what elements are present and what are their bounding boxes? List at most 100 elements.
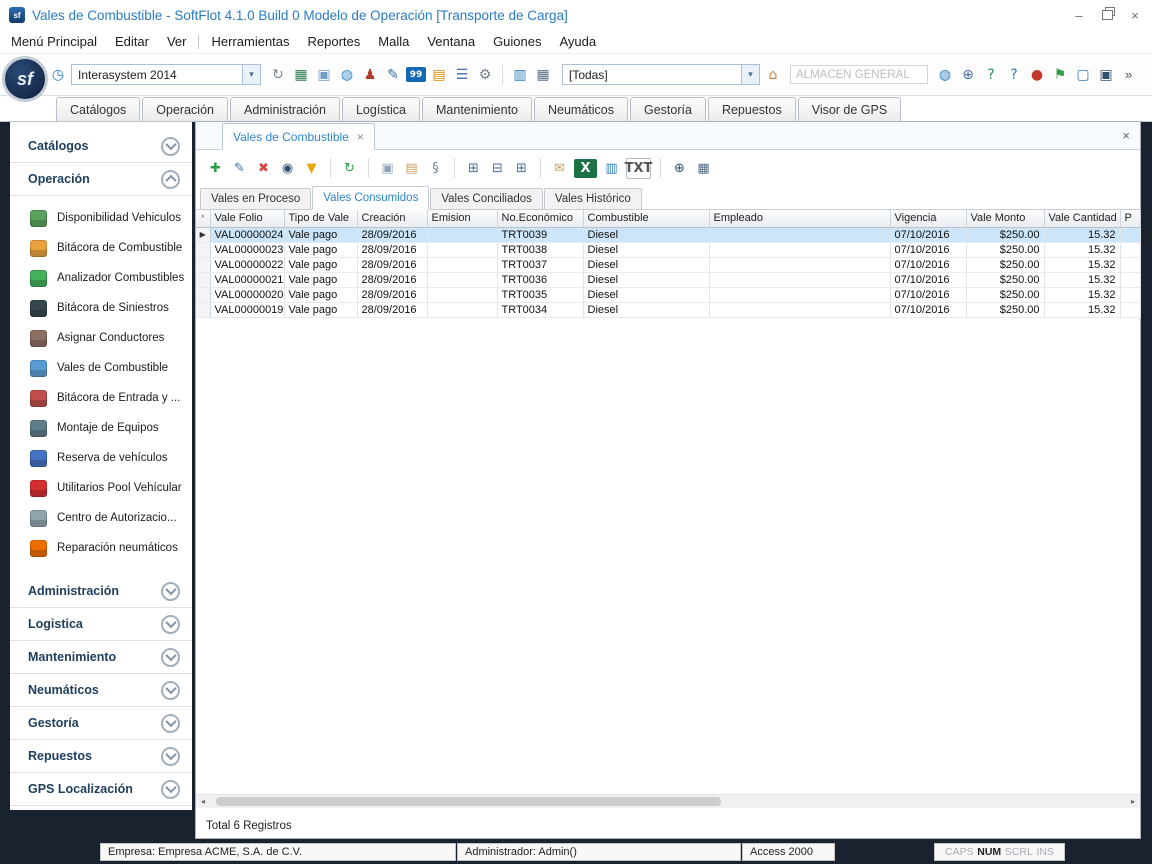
sidebar-item-bitacora-de-entrada-y[interactable]: Bitácora de Entrada y ... (10, 383, 192, 413)
attachment-icon[interactable]: § (426, 159, 445, 178)
table-row[interactable]: VAL00000020Vale pago28/09/2016TRT0035Die… (196, 287, 1140, 302)
buildings-icon[interactable]: ▦ (291, 65, 311, 85)
menu-item-guiones[interactable]: Guiones (484, 34, 550, 49)
menu-item-ayuda[interactable]: Ayuda (550, 34, 605, 49)
scrollbar-thumb[interactable] (216, 797, 721, 806)
checklist-icon[interactable]: ☰ (452, 65, 472, 85)
help-icon[interactable]: ? (1004, 65, 1024, 85)
refresh-grid-icon[interactable]: ↻ (340, 159, 359, 178)
sidebar-item-bitacora-de-combustible[interactable]: Bitácora de Combustible (10, 233, 192, 263)
module-tab-logistica[interactable]: Logística (342, 97, 420, 121)
settings-gear-icon[interactable]: ⚙ (475, 65, 495, 85)
column-header-indicator[interactable]: * (196, 210, 210, 227)
sidebar-item-montaje-de-equipos[interactable]: Montaje de Equipos (10, 413, 192, 443)
sidebar-section-mantenimiento[interactable]: Mantenimiento (10, 641, 192, 674)
notepad-icon[interactable]: ▤ (429, 65, 449, 85)
subtab-vales-historico[interactable]: Vales Histórico (544, 188, 642, 209)
menu-item-menu-principal[interactable]: Menú Principal (2, 34, 106, 49)
users-icon[interactable]: ♟ (360, 65, 380, 85)
company-combo[interactable]: Interasystem 2014 ▾ (71, 64, 261, 85)
sidebar-section-neumaticos[interactable]: Neumáticos (10, 674, 192, 707)
sidebar-section-operacion[interactable]: Operación (10, 163, 192, 196)
txt-export-icon[interactable]: TXT (626, 158, 651, 179)
filter-icon[interactable]: ▼ (302, 159, 321, 178)
menu-item-reportes[interactable]: Reportes (299, 34, 370, 49)
scroll-left-icon[interactable]: ◂ (196, 797, 210, 806)
sidebar-section-logistica[interactable]: Logistica (10, 608, 192, 641)
flag-icon[interactable]: ⚑ (1050, 65, 1070, 85)
workstation-icon[interactable]: ▣ (1096, 65, 1116, 85)
column-header-creacion[interactable]: Creación (357, 210, 427, 227)
image-icon[interactable]: ▣ (378, 159, 397, 178)
column-header-combustible[interactable]: Combustible (583, 210, 709, 227)
chevron-down-icon[interactable] (161, 648, 180, 667)
collapse-tree-icon[interactable]: ⊞ (512, 159, 531, 178)
column-header-emision[interactable]: Emision (427, 210, 497, 227)
module-tab-administracion[interactable]: Administración (230, 97, 340, 121)
sidebar-item-utilitarios-pool-vehicular[interactable]: Utilitarios Pool Vehícular (10, 473, 192, 503)
chevron-down-icon[interactable]: ▾ (242, 65, 260, 84)
sidebar-section-gestoria[interactable]: Gestoría (10, 707, 192, 740)
menu-item-ver[interactable]: Ver (158, 34, 196, 49)
table-row[interactable]: VAL00000023Vale pago28/09/2016TRT0038Die… (196, 242, 1140, 257)
module-tab-catalogos[interactable]: Catálogos (56, 97, 140, 121)
clock-icon[interactable]: ◷ (48, 65, 68, 85)
sidebar-section-administracion[interactable]: Administración (10, 575, 192, 608)
horizontal-scrollbar[interactable]: ◂ ▸ (196, 794, 1140, 808)
column-header-vigencia[interactable]: Vigencia (890, 210, 966, 227)
chevron-down-icon[interactable] (161, 615, 180, 634)
warehouse-input[interactable] (790, 65, 928, 84)
toolbar-overflow-icon[interactable]: » (1121, 67, 1136, 82)
menu-item-herramientas[interactable]: Herramientas (202, 34, 298, 49)
sidebar-item-bitacora-de-siniestros[interactable]: Bitácora de Siniestros (10, 293, 192, 323)
chevron-down-icon[interactable]: ▾ (741, 65, 759, 84)
scroll-right-icon[interactable]: ▸ (1126, 797, 1140, 806)
sidebar-item-asignar-conductores[interactable]: Asignar Conductores (10, 323, 192, 353)
chevron-down-icon[interactable] (161, 714, 180, 733)
badge-99-icon[interactable]: 99 (406, 67, 426, 82)
org-refresh-icon[interactable]: ↻ (268, 65, 288, 85)
monitor-icon[interactable]: ▢ (1073, 65, 1093, 85)
columns-icon[interactable]: ▥ (510, 65, 530, 85)
export-icon[interactable]: ▥ (602, 159, 621, 178)
chevron-down-icon[interactable] (161, 747, 180, 766)
chevron-up-icon[interactable] (161, 170, 180, 189)
email-icon[interactable]: ✉ (550, 159, 569, 178)
column-header-empleado[interactable]: Empleado (709, 210, 890, 227)
globe-help-icon[interactable]: ? (981, 65, 1001, 85)
document-tab-vales-de-combustible[interactable]: Vales de Combustible × (222, 123, 375, 150)
tab-close-icon[interactable]: × (357, 130, 364, 144)
subtab-vales-conciliados[interactable]: Vales Conciliados (430, 188, 543, 209)
document-preview-icon[interactable]: ⊕ (958, 65, 978, 85)
filter-combo[interactable]: [Todas] ▾ (562, 64, 760, 85)
column-header-vale-cantidad[interactable]: Vale Cantidad (1044, 210, 1120, 227)
table-row[interactable]: ▶VAL00000024Vale pago28/09/2016TRT0039Di… (196, 227, 1140, 242)
sidebar-section-gps-localizacion[interactable]: GPS Localización (10, 773, 192, 806)
chevron-down-icon[interactable] (161, 137, 180, 156)
edit-record-icon[interactable]: ✎ (230, 159, 249, 178)
bug-icon[interactable]: ● (1027, 65, 1047, 85)
sidebar-item-centro-de-autorizacio[interactable]: Centro de Autorizacio... (10, 503, 192, 533)
table-row[interactable]: VAL00000022Vale pago28/09/2016TRT0037Die… (196, 257, 1140, 272)
module-tab-mantenimiento[interactable]: Mantenimiento (422, 97, 532, 121)
sidebar-section-repuestos[interactable]: Repuestos (10, 740, 192, 773)
minimize-button[interactable]: – (1068, 4, 1090, 26)
column-header-tipo-de-vale[interactable]: Tipo de Vale (284, 210, 357, 227)
edit-document-icon[interactable]: ✎ (383, 65, 403, 85)
column-header-no-economico[interactable]: No.Económico (497, 210, 583, 227)
sidebar-section-catalogos[interactable]: Catálogos (10, 130, 192, 163)
zoom-icon[interactable]: ⊕ (670, 159, 689, 178)
subtab-vales-consumidos[interactable]: Vales Consumidos (312, 186, 429, 210)
excel-export-icon[interactable]: X (574, 159, 597, 178)
sidebar-item-disponibilidad-vehiculos[interactable]: Disponibilidad Vehiculos (10, 203, 192, 233)
print-icon[interactable]: ▦ (694, 159, 713, 178)
column-header-vale-monto[interactable]: Vale Monto (966, 210, 1044, 227)
printer-icon[interactable]: ▦ (533, 65, 553, 85)
delete-record-icon[interactable]: ✖ (254, 159, 273, 178)
globe-icon[interactable]: ◍ (337, 65, 357, 85)
clipboard-icon[interactable]: ▤ (402, 159, 421, 178)
module-tab-visor-de-gps[interactable]: Visor de GPS (798, 97, 902, 121)
sidebar-item-reserva-de-vehiculos[interactable]: Reserva de vehículos (10, 443, 192, 473)
module-tab-operacion[interactable]: Operación (142, 97, 228, 121)
globe-browse-icon[interactable]: ◍ (935, 65, 955, 85)
